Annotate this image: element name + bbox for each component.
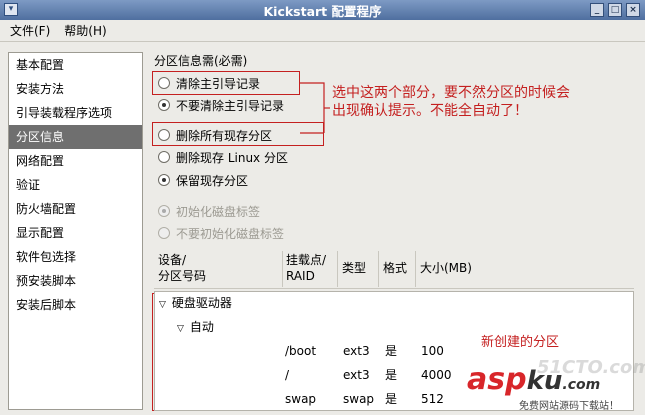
sidebar: 基本配置 安装方法 引导装载程序选项 分区信息 网络配置 验证 防火墙配置 显示… xyxy=(8,52,143,410)
header-divider xyxy=(337,251,338,287)
row-root-type: ext3 xyxy=(343,368,370,382)
annotation-line-1: 选中这两个部分，要不然分区的时候会 xyxy=(332,85,570,101)
header-mount-line1: 挂载点/ xyxy=(286,253,327,267)
header-format[interactable]: 格式 xyxy=(383,260,407,276)
row-swap-size: 512 xyxy=(421,392,444,406)
radio-circle[interactable] xyxy=(158,99,170,111)
sidebar-item-basic[interactable]: 基本配置 xyxy=(9,53,142,77)
header-divider xyxy=(415,251,416,287)
header-size[interactable]: 大小(MB) xyxy=(420,260,472,276)
watermark-com: .com xyxy=(562,377,601,393)
row-boot-type: ext3 xyxy=(343,344,370,358)
radio-circle xyxy=(158,227,170,239)
radio-remove-linux[interactable]: 删除现存 Linux 分区 xyxy=(158,147,288,167)
expander-triangle-icon[interactable]: ▽ xyxy=(177,319,184,339)
header-device-line1: 设备/ xyxy=(158,253,187,267)
partition-table-header: 设备/ 分区号码 挂载点/ RAID 类型 格式 大小(MB) xyxy=(154,249,634,289)
sidebar-item-network[interactable]: 网络配置 xyxy=(9,149,142,173)
row-root-format: 是 xyxy=(385,368,398,382)
sidebar-item-partition[interactable]: 分区信息 xyxy=(9,125,142,149)
watermark-asp: asp xyxy=(467,362,527,397)
watermark-tagline: 免费网站源码下载站！ xyxy=(519,401,619,412)
highlight-box-mbr xyxy=(152,71,300,95)
sidebar-item-packages[interactable]: 软件包选择 xyxy=(9,245,142,269)
tree-child-row[interactable]: ▽ 自动 xyxy=(177,317,214,337)
highlight-box-remove-all xyxy=(152,122,324,146)
sidebar-item-post-script[interactable]: 安装后脚本 xyxy=(9,293,142,317)
radio-circle[interactable] xyxy=(158,151,170,163)
tree-child-label: 自动 xyxy=(189,320,214,334)
sidebar-item-install-method[interactable]: 安装方法 xyxy=(9,77,142,101)
header-divider xyxy=(378,251,379,287)
window-title: Kickstart 配置程序 xyxy=(263,3,382,19)
header-device-line2: 分区号码 xyxy=(158,269,207,283)
annotation-new-partition: 新创建的分区 xyxy=(481,335,560,350)
radio-label: 删除现存 Linux 分区 xyxy=(176,150,288,165)
radio-keep-existing[interactable]: 保留现存分区 xyxy=(158,170,248,190)
sidebar-item-display[interactable]: 显示配置 xyxy=(9,221,142,245)
header-mount-line2: RAID xyxy=(286,269,315,283)
header-type[interactable]: 类型 xyxy=(342,260,366,276)
row-boot-mount[interactable]: /boot xyxy=(285,341,316,361)
tree-root-label: 硬盘驱动器 xyxy=(171,296,232,310)
close-icon[interactable]: × xyxy=(626,3,640,17)
radio-label: 不要清除主引导记录 xyxy=(176,98,285,113)
section-title: 分区信息需(必需) xyxy=(154,54,248,68)
row-boot-size: 100 xyxy=(421,344,444,358)
header-divider xyxy=(282,251,283,287)
radio-init-disklabel: 初始化磁盘标签 xyxy=(158,201,260,221)
radio-label: 初始化磁盘标签 xyxy=(176,204,261,219)
row-boot-format: 是 xyxy=(385,344,398,358)
minimize-icon[interactable]: _ xyxy=(590,3,604,17)
radio-no-init-disklabel: 不要初始化磁盘标签 xyxy=(158,223,284,243)
menu-bar: 文件(F) 帮助(H) xyxy=(0,20,645,42)
title-bar: ▾ Kickstart 配置程序 _ □ × xyxy=(0,0,645,20)
header-device[interactable]: 设备/ 分区号码 xyxy=(158,252,206,284)
window-menu-icon[interactable]: ▾ xyxy=(4,3,18,16)
annotation-bracket xyxy=(300,82,330,134)
radio-circle xyxy=(158,205,170,217)
row-root-mount[interactable]: / xyxy=(285,365,289,385)
radio-label: 保留现存分区 xyxy=(176,173,249,188)
watermark-ku: ku xyxy=(526,366,563,396)
expander-triangle-icon[interactable]: ▽ xyxy=(159,295,166,315)
radio-keep-mbr[interactable]: 不要清除主引导记录 xyxy=(158,95,284,115)
sidebar-item-firewall[interactable]: 防火墙配置 xyxy=(9,197,142,221)
annotation-line-2: 出现确认提示。不能全自动了！ xyxy=(332,103,528,119)
row-root-size: 4000 xyxy=(421,368,452,382)
watermark-logo: 51CTO.com aspku.com 免费网站源码下载站！ xyxy=(467,357,645,413)
radio-label: 不要初始化磁盘标签 xyxy=(176,226,285,241)
maximize-icon[interactable]: □ xyxy=(608,3,622,17)
header-mount[interactable]: 挂载点/ RAID xyxy=(286,252,326,284)
row-swap-type: swap xyxy=(343,392,375,406)
sidebar-item-auth[interactable]: 验证 xyxy=(9,173,142,197)
radio-circle[interactable] xyxy=(158,174,170,186)
tree-root-row[interactable]: ▽ 硬盘驱动器 xyxy=(159,293,232,313)
row-swap-mount[interactable]: swap xyxy=(285,389,316,409)
annotation-note: 选中这两个部分，要不然分区的时候会 出现确认提示。不能全自动了！ xyxy=(332,84,570,120)
row-swap-format: 是 xyxy=(385,392,398,406)
sidebar-item-pre-script[interactable]: 预安装脚本 xyxy=(9,269,142,293)
menu-file[interactable]: 文件(F) xyxy=(10,22,50,39)
menu-help[interactable]: 帮助(H) xyxy=(64,22,106,39)
sidebar-item-bootloader[interactable]: 引导装载程序选项 xyxy=(9,101,142,125)
